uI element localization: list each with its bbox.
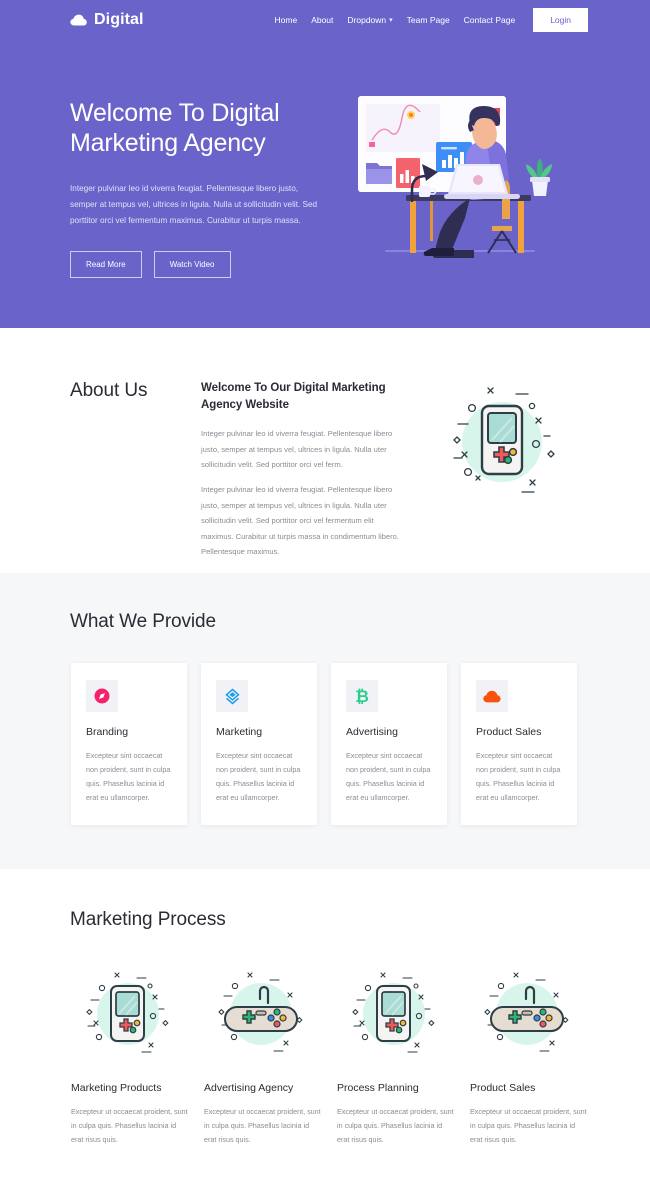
process-item-marketing-products[interactable]: Marketing Products Excepteur ut occaecat…	[71, 967, 188, 1147]
hero-title-line-2: Marketing Agency	[70, 129, 266, 158]
hero-paragraph: Integer pulvinar leo id viverra feugiat.…	[70, 183, 318, 226]
read-more-button[interactable]: Read More	[70, 250, 142, 278]
process-item-title: Advertising Agency	[204, 1082, 294, 1095]
nav-links: Home About Dropdown ▾ Team Page Contact …	[275, 8, 588, 32]
provide-card-advertising[interactable]: ₿ Advertising Excepteur sint occaecat no…	[331, 663, 447, 826]
process-section: Marketing Process Marketing Products Exc…	[0, 869, 650, 1193]
about-section: About Us Welcome To Our Digital Marketin…	[0, 328, 650, 573]
process-item-product-sales[interactable]: Product Sales Excepteur ut occaecat proi…	[470, 967, 587, 1147]
hero-section: Digital Home About Dropdown ▾ Team Page …	[0, 0, 650, 328]
provide-section: What We Provide Branding Excepteur sint …	[0, 573, 650, 870]
card-title: Branding	[86, 726, 129, 738]
gamepad-controller-illustration	[210, 967, 313, 1060]
handheld-game-console-illustration	[77, 967, 180, 1060]
about-paragraph-1: Integer pulvinar leo id viverra feugiat.…	[201, 429, 393, 470]
nav-link-home[interactable]: Home	[275, 15, 298, 25]
nav-link-about[interactable]: About	[311, 15, 333, 25]
bitcoin-icon: ₿	[346, 680, 378, 712]
nav-link-label: Team Page	[406, 15, 450, 25]
gamepad-controller-illustration	[476, 967, 579, 1060]
chevron-down-icon: ▾	[389, 16, 393, 24]
nav-link-label: Contact Page	[463, 15, 516, 25]
process-items: Marketing Products Excepteur ut occaecat…	[0, 931, 650, 1147]
nav-link-team-page[interactable]: Team Page	[407, 15, 450, 25]
process-item-text: Excepteur ut occaecat proident, sunt in …	[470, 1107, 587, 1145]
process-item-title: Process Planning	[337, 1082, 419, 1095]
provide-card-branding[interactable]: Branding Excepteur sint occaecat non pro…	[71, 663, 187, 826]
about-subheading: Welcome To Our Digital Marketing Agency …	[201, 382, 386, 411]
provide-card-marketing[interactable]: Marketing Excepteur sint occaecat non pr…	[201, 663, 317, 826]
hero-copy: Welcome To Digital Marketing Agency Inte…	[70, 98, 348, 278]
hero-title: Welcome To Digital Marketing Agency	[70, 98, 348, 159]
top-navigation: Digital Home About Dropdown ▾ Team Page …	[0, 0, 650, 40]
hero-illustration	[352, 90, 568, 268]
process-item-text: Excepteur ut occaecat proident, sunt in …	[204, 1107, 321, 1145]
diamond-network-icon	[216, 680, 248, 712]
process-item-advertising-agency[interactable]: Advertising Agency Excepteur ut occaecat…	[204, 967, 321, 1147]
provide-cards: Branding Excepteur sint occaecat non pro…	[0, 633, 650, 826]
card-title: Advertising	[346, 726, 398, 738]
brand-name: Digital	[94, 11, 144, 28]
compass-icon	[86, 680, 118, 712]
card-text: Excepteur sint occaecat non proident, su…	[476, 751, 561, 803]
card-title: Product Sales	[476, 726, 542, 738]
card-text: Excepteur sint occaecat non proident, su…	[216, 751, 301, 803]
nav-link-label: About	[311, 15, 334, 25]
landing-page: Digital Home About Dropdown ▾ Team Page …	[0, 0, 650, 1193]
brand-logo[interactable]: Digital	[70, 11, 144, 29]
provide-card-product-sales[interactable]: Product Sales Excepteur sint occaecat no…	[461, 663, 577, 826]
process-item-process-planning[interactable]: Process Planning Excepteur ut occaecat p…	[337, 967, 454, 1147]
card-text: Excepteur sint occaecat non proident, su…	[86, 751, 171, 803]
provide-heading: What We Provide	[70, 611, 216, 632]
about-heading: About Us	[70, 380, 148, 401]
process-item-title: Marketing Products	[71, 1082, 162, 1095]
nav-link-label: Dropdown	[347, 15, 387, 25]
nav-link-contact-page[interactable]: Contact Page	[464, 15, 516, 25]
card-text: Excepteur sint occaecat non proident, su…	[346, 751, 431, 803]
handheld-game-console-illustration	[343, 967, 446, 1060]
cloud-icon	[70, 14, 87, 26]
about-paragraph-2: Integer pulvinar leo id viverra feugiat.…	[201, 485, 399, 557]
watch-video-button[interactable]: Watch Video	[153, 250, 231, 278]
cloud-icon	[476, 680, 508, 712]
nav-link-dropdown[interactable]: Dropdown ▾	[347, 15, 392, 25]
process-item-text: Excepteur ut occaecat proident, sunt in …	[337, 1107, 454, 1145]
card-title: Marketing	[216, 726, 263, 738]
about-illustration	[440, 380, 564, 504]
hero-title-line-1: Welcome To Digital	[70, 99, 280, 127]
process-item-title: Product Sales	[470, 1082, 536, 1095]
bitcoin-glyph: ₿	[355, 686, 369, 706]
hero-buttons: Read More Watch Video	[70, 250, 348, 278]
nav-link-label: Home	[274, 15, 298, 25]
process-item-text: Excepteur ut occaecat proident, sunt in …	[71, 1107, 188, 1145]
login-button[interactable]: Login	[533, 8, 588, 32]
about-body: Welcome To Our Digital Marketing Agency …	[201, 380, 401, 560]
process-heading: Marketing Process	[70, 909, 226, 931]
